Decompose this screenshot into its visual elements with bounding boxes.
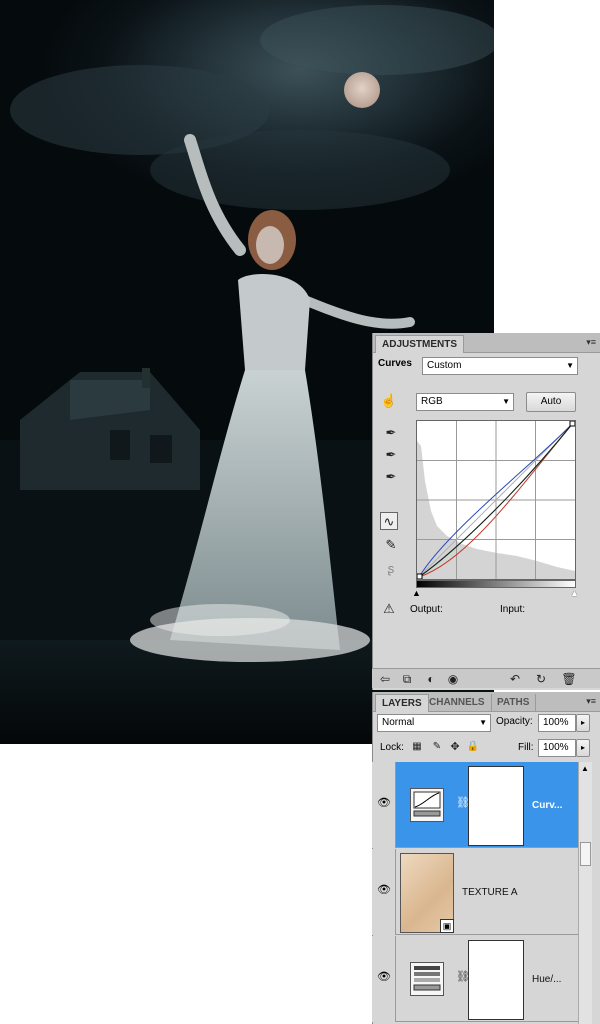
eye-icon[interactable]: ◉ <box>444 670 462 688</box>
eye-icon[interactable]: 👁 <box>376 796 392 812</box>
black-slider-icon[interactable]: ▲ <box>412 588 421 598</box>
pencil-icon[interactable]: ✎ <box>382 536 400 554</box>
tab-layers[interactable]: LAYERS <box>375 694 429 712</box>
layer-mask-thumbnail[interactable] <box>468 940 524 1020</box>
lock-pixels-icon[interactable]: ✎ <box>428 738 446 756</box>
adjustments-footer: ⇦ ⧉ ◐ ◉ ↶ ↻ 🗑 <box>372 668 600 688</box>
chevron-down-icon: ▼ <box>566 361 574 370</box>
curve-point[interactable] <box>569 420 576 427</box>
smooth-icon[interactable]: ʂ <box>382 560 400 578</box>
eye-icon[interactable]: 👁 <box>376 883 392 899</box>
panel-menu-icon[interactable]: ▾≡ <box>586 337 596 348</box>
white-point-eyedropper-icon[interactable]: ✒ <box>382 468 400 486</box>
lock-label: Lock: <box>380 742 404 753</box>
hue-saturation-glyph <box>413 966 441 991</box>
chevron-down-icon: ▼ <box>479 718 487 727</box>
curves-glyph <box>413 791 441 817</box>
white-slider-icon[interactable]: ▲ <box>570 588 579 598</box>
layer-row-curves[interactable]: 👁 ⛓ Curv... <box>372 762 592 848</box>
lock-all-icon[interactable]: 🔒 <box>464 738 482 756</box>
clip-to-layer-icon[interactable]: ◐ <box>422 670 440 688</box>
trash-icon[interactable]: 🗑 <box>560 670 578 688</box>
curve-point[interactable] <box>416 573 423 580</box>
scroll-up-icon[interactable]: ▲ <box>581 764 589 773</box>
clipping-warning-icon[interactable]: ⚠ <box>380 600 398 618</box>
house <box>20 368 200 490</box>
panel-menu-icon[interactable]: ▾≡ <box>586 696 596 707</box>
curves-graph[interactable] <box>416 420 576 580</box>
on-image-adjust-icon[interactable]: ☝ <box>380 392 398 410</box>
layer-name[interactable]: Curv... <box>532 800 562 811</box>
lock-position-icon[interactable]: ✥ <box>446 738 464 756</box>
lock-transparency-icon[interactable]: ▦ <box>408 738 426 756</box>
gray-point-eyedropper-icon[interactable]: ✒ <box>382 446 400 464</box>
visibility-column: 👁 <box>372 762 396 848</box>
visibility-column: 👁 <box>372 936 396 1022</box>
layer-name[interactable]: Hue/... <box>532 974 561 985</box>
eye-icon[interactable]: 👁 <box>376 970 392 986</box>
tab-channels[interactable]: CHANNELS <box>423 694 492 712</box>
smart-object-icon: ▣ <box>440 919 454 933</box>
moon <box>344 72 380 108</box>
visibility-column: 👁 <box>372 849 396 935</box>
scroll-thumb[interactable] <box>580 842 591 866</box>
channel-value: RGB <box>421 396 443 407</box>
fill-field[interactable]: 100% <box>538 739 576 757</box>
fill-arrow-icon[interactable]: ▸ <box>576 739 590 757</box>
tab-paths[interactable]: PATHS <box>491 694 537 712</box>
input-label: Input: <box>500 604 526 615</box>
curve-point-tool-icon[interactable]: ∿ <box>380 512 398 530</box>
input-gradient-strip <box>416 580 576 588</box>
black-point-eyedropper-icon[interactable]: ✒ <box>382 424 400 442</box>
blend-mode-value: Normal <box>382 717 415 728</box>
preset-label: Curves <box>378 358 412 369</box>
layer-row-hue-saturation[interactable]: 👁 ⛓ Hue/... <box>372 936 592 1022</box>
adjustments-tabbar: ADJUSTMENTS ▾≡ <box>373 333 600 353</box>
opacity-field[interactable]: 100% <box>538 714 576 732</box>
reset-icon[interactable]: ↻ <box>532 670 550 688</box>
preset-dropdown[interactable]: Custom ▼ <box>422 357 578 375</box>
expand-view-icon[interactable]: ⧉ <box>398 670 416 688</box>
curves-graph-svg <box>416 420 576 580</box>
opacity-label: Opacity: <box>496 716 533 727</box>
layer-row-texture[interactable]: 👁 ▣ TEXTURE A <box>372 849 592 935</box>
hue-saturation-adjustment-icon <box>410 962 444 996</box>
curves-adjustment-icon <box>410 788 444 822</box>
layer-name[interactable]: TEXTURE A <box>462 887 518 898</box>
layer-mask-thumbnail[interactable] <box>468 766 524 846</box>
chevron-down-icon: ▼ <box>502 397 510 406</box>
preset-value: Custom <box>427 360 462 371</box>
photoshop-workspace: ADJUSTMENTS ▾≡ Curves Custom ▼ ☝ RGB ▼ A… <box>0 0 600 1024</box>
channel-dropdown[interactable]: RGB ▼ <box>416 393 514 411</box>
opacity-arrow-icon[interactable]: ▸ <box>576 714 590 732</box>
layers-scrollbar[interactable]: ▲ <box>578 762 592 1024</box>
back-arrow-icon[interactable]: ⇦ <box>376 670 394 688</box>
previous-state-icon[interactable]: ↶ <box>506 670 524 688</box>
auto-button[interactable]: Auto <box>526 392 576 412</box>
layers-tabbar: LAYERS CHANNELS PATHS ▾≡ <box>373 692 600 712</box>
output-label: Output: <box>410 604 443 615</box>
cloud <box>260 5 494 75</box>
tab-adjustments[interactable]: ADJUSTMENTS <box>375 335 465 353</box>
blend-mode-dropdown[interactable]: Normal ▼ <box>377 714 491 732</box>
fill-label: Fill: <box>518 742 534 753</box>
